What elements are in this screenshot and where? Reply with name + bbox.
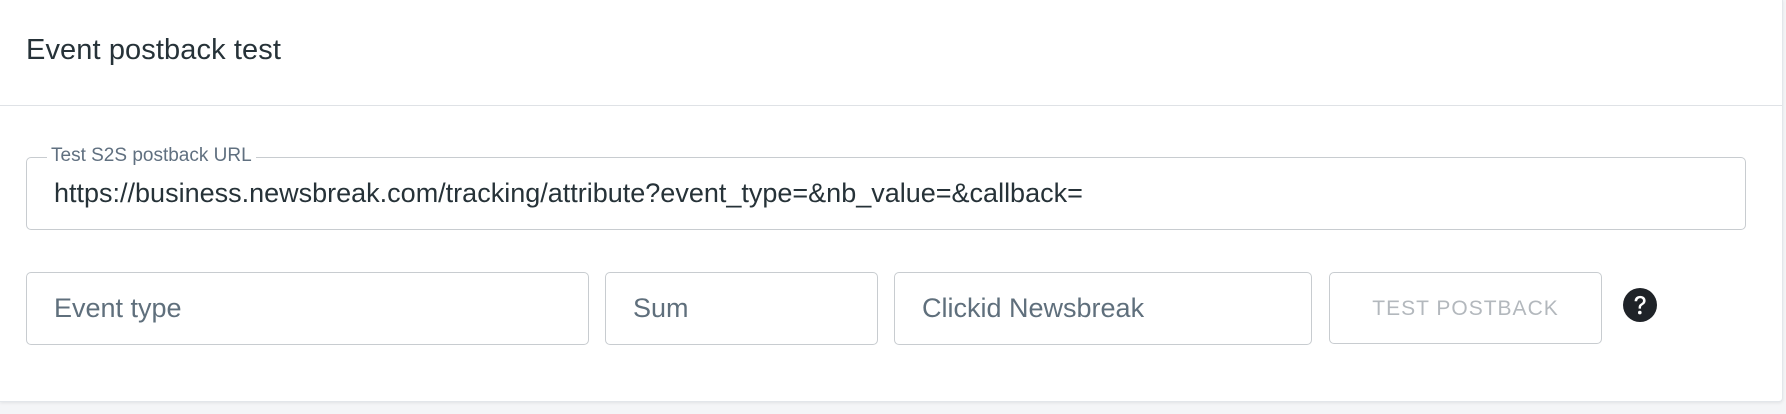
clickid-field[interactable] — [894, 272, 1312, 345]
sum-input[interactable] — [606, 273, 877, 344]
card-header: Event postback test — [0, 0, 1782, 106]
event-postback-test-card: Event postback test Test S2S postback UR… — [0, 0, 1783, 402]
postback-url-label: Test S2S postback URL — [47, 145, 256, 167]
sum-field[interactable] — [605, 272, 878, 345]
question-circle-icon[interactable] — [1622, 287, 1658, 323]
postback-url-value[interactable]: https://business.newsbreak.com/tracking/… — [54, 178, 1083, 209]
event-type-field[interactable] — [26, 272, 589, 345]
event-type-input[interactable] — [27, 273, 588, 344]
test-postback-button[interactable]: TEST POSTBACK — [1329, 272, 1602, 344]
card-title: Event postback test — [26, 34, 281, 66]
clickid-input[interactable] — [895, 273, 1311, 344]
postback-url-field[interactable]: Test S2S postback URL https://business.n… — [26, 145, 1746, 230]
